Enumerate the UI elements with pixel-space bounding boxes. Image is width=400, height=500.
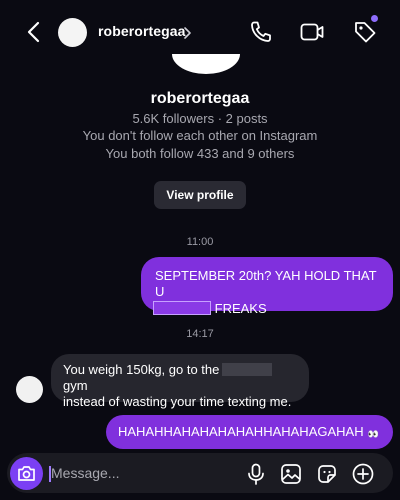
header-username[interactable]: roberortegaa [98, 23, 186, 39]
back-icon[interactable] [24, 20, 44, 44]
timestamp: 11:00 [186, 236, 214, 248]
chevron-right-icon[interactable] [183, 26, 193, 40]
sticker-icon[interactable] [315, 462, 339, 486]
outgoing-message[interactable]: HAHAHHAHAHAHAHAHHAHAHAGAHAH 👀 [106, 415, 393, 449]
tag-icon[interactable] [352, 19, 378, 45]
mutual-followers: You both follow 433 and 9 others [105, 146, 295, 161]
profile-name: roberortegaa [150, 90, 250, 107]
notification-dot [371, 15, 378, 22]
redaction-box [153, 301, 211, 315]
view-profile-button[interactable]: View profile [154, 181, 246, 209]
outgoing-message[interactable]: SEPTEMBER 20th? YAH HOLD THAT U FREAKS [141, 257, 393, 316]
message-text: You weigh 150kg, go to the [63, 362, 220, 377]
image-icon[interactable] [279, 462, 303, 486]
redaction-box [222, 363, 273, 376]
video-icon[interactable] [299, 19, 325, 45]
phone-icon[interactable] [248, 19, 274, 45]
header-avatar[interactable] [58, 18, 87, 47]
reaction-emoji-icon: 👀 [367, 429, 379, 439]
microphone-icon[interactable] [244, 462, 268, 486]
plus-icon[interactable] [351, 462, 375, 486]
sender-avatar[interactable] [16, 376, 43, 403]
profile-stats: 5.6K followers · 2 posts [132, 111, 268, 126]
camera-button[interactable] [10, 457, 43, 490]
message-text: gym [63, 378, 88, 393]
follow-status: You don't follow each other on Instagram [82, 128, 318, 143]
profile-avatar[interactable] [172, 54, 240, 74]
message-text-line1: You weigh 150kg, go to thegym [63, 362, 297, 394]
timestamp: 14:17 [186, 328, 214, 340]
incoming-message[interactable]: You weigh 150kg, go to thegym instead of… [51, 354, 309, 409]
message-text: SEPTEMBER 20th? YAH HOLD THAT U [155, 268, 377, 299]
camera-icon [18, 466, 35, 481]
message-text: instead of wasting your time texting me. [63, 394, 292, 409]
message-text: HAHAHHAHAHAHAHAHHAHAHAGAHAH [118, 424, 364, 439]
message-input[interactable]: Message... [51, 465, 119, 481]
message-text: FREAKS [214, 301, 267, 316]
message-text-line2: FREAKS [153, 300, 379, 317]
